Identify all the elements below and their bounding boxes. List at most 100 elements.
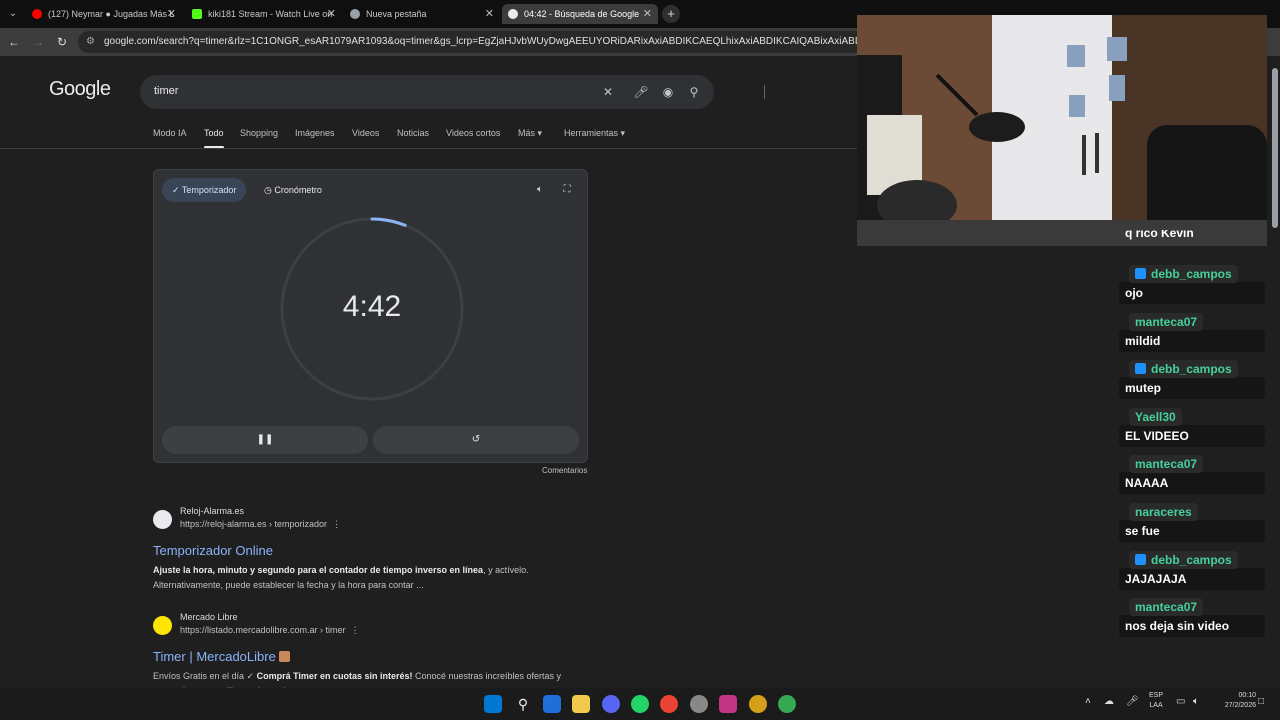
clear-icon[interactable]: ✕: [600, 84, 616, 100]
more-options-icon[interactable]: ⋮: [332, 519, 341, 529]
tab-google-search[interactable]: 04:42 - Búsqueda de Google ✕: [502, 4, 658, 24]
tab-videos[interactable]: Videos: [352, 128, 379, 138]
tab-todo[interactable]: Todo: [204, 128, 224, 149]
reset-button[interactable]: ↺: [373, 426, 579, 454]
result-title[interactable]: Temporizador Online: [153, 543, 273, 558]
file-explorer-icon[interactable]: [572, 695, 590, 713]
clock[interactable]: 00:10 27/2/2026: [1212, 691, 1256, 711]
reload-icon[interactable]: ↻: [54, 34, 70, 50]
tab-herramientas-label: Herramientas: [564, 128, 619, 138]
url-text: google.com/search?q=timer&rlz=1C1ONGR_es…: [104, 36, 868, 47]
tab-imagenes[interactable]: Imágenes: [295, 128, 335, 138]
stream-chat: q rico Kevin ojo debb_campos mildid manteca…: [1118, 230, 1266, 638]
tab-shopping[interactable]: Shopping: [240, 128, 278, 138]
network-icon[interactable]: ☁: [1104, 696, 1114, 707]
lens-icon[interactable]: ◉: [660, 84, 676, 100]
temporizador-label: Temporizador: [181, 185, 237, 195]
tab-herramientas[interactable]: Herramientas ▾: [564, 128, 625, 139]
chat-username[interactable]: Yaell30: [1129, 408, 1182, 426]
tab-youtube[interactable]: (127) Neymar ● Jugadas Más L ✕: [26, 4, 182, 24]
result-title[interactable]: Timer | MercadoLibre: [153, 649, 291, 664]
sound-icon[interactable]: 🔈︎: [533, 183, 547, 197]
result-site[interactable]: Mercado Libre: [180, 612, 238, 622]
address-bar[interactable]: ⚙ google.com/search?q=timer&rlz=1C1ONGR_…: [78, 31, 868, 53]
app-icon[interactable]: [749, 695, 767, 713]
page-scrollbar[interactable]: [1270, 56, 1280, 688]
package-icon: [279, 651, 291, 662]
close-icon[interactable]: ✕: [167, 4, 176, 24]
chat-message: EL VIDEEO: [1119, 425, 1265, 447]
fullscreen-icon[interactable]: ⛶: [560, 183, 574, 197]
caret-down-icon: ▾: [620, 128, 626, 138]
chat-username[interactable]: manteca07: [1129, 313, 1204, 331]
comments-link[interactable]: Comentarios: [542, 466, 587, 475]
cronometro-chip[interactable]: ◷ Cronómetro: [254, 178, 332, 202]
search-input[interactable]: timer: [154, 85, 178, 97]
tab-modo-ia[interactable]: Modo IA: [153, 128, 187, 138]
settings-icon[interactable]: [690, 695, 708, 713]
back-icon[interactable]: ←: [6, 34, 22, 50]
chat-message: nos deja sin video: [1119, 615, 1265, 637]
webcam-overlay: [857, 15, 1267, 246]
chat-message: JAJAJAJA: [1119, 568, 1265, 590]
search-result: Reloj-Alarma.es https://reloj-alarma.es …: [153, 506, 593, 596]
discord-icon[interactable]: [602, 695, 620, 713]
chat-username[interactable]: debb_campos: [1129, 551, 1238, 569]
notification-icon[interactable]: □: [1258, 696, 1264, 707]
defender-icon[interactable]: [543, 695, 561, 713]
mic-icon[interactable]: 🎤︎: [1126, 696, 1139, 707]
chat-message: NAAAA: [1119, 472, 1265, 494]
search-box[interactable]: timer ✕ 🎤︎ ◉ ⚲: [140, 75, 765, 109]
chat-username-text: debb_campos: [1151, 553, 1232, 567]
close-icon[interactable]: ✕: [327, 4, 336, 24]
result-site[interactable]: Reloj-Alarma.es: [180, 506, 244, 516]
tab-search-dropdown-icon[interactable]: ⌄: [4, 5, 22, 23]
tab-videos-cortos[interactable]: Videos cortos: [446, 128, 500, 138]
scrollbar-thumb[interactable]: [1272, 68, 1278, 228]
chrome-icon[interactable]: [660, 695, 678, 713]
tab-new[interactable]: Nueva pestaña ✕: [344, 4, 500, 24]
result-url[interactable]: https://listado.mercadolibre.com.ar › ti…: [180, 625, 360, 636]
search-icon[interactable]: ⚲: [686, 84, 702, 100]
divider: [0, 148, 860, 149]
snippet-bold: Comprá Timer en cuotas sin interés!: [256, 671, 413, 681]
tab-mas[interactable]: Más ▾: [518, 128, 542, 139]
lang-text: ESP: [1149, 692, 1164, 699]
more-options-icon[interactable]: ⋮: [351, 625, 360, 635]
result-url[interactable]: https://reloj-alarma.es › temporizador ⋮: [180, 519, 341, 530]
language-indicator[interactable]: ESP LAA: [1149, 691, 1163, 711]
chat-username[interactable]: manteca07: [1129, 598, 1204, 616]
display-icon[interactable]: ▭: [1176, 696, 1185, 707]
chat-message: ojo: [1119, 282, 1265, 304]
close-icon[interactable]: ✕: [485, 4, 494, 24]
chat-message: q rico Kevin: [1125, 230, 1194, 240]
kick-icon: [192, 9, 202, 19]
forward-icon[interactable]: →: [30, 34, 46, 50]
search-icon[interactable]: ⚲: [514, 695, 532, 713]
chevron-up-icon[interactable]: ˄: [1085, 696, 1091, 707]
google-logo[interactable]: Google: [49, 78, 111, 101]
instagram-icon[interactable]: [719, 695, 737, 713]
tab-label: (127) Neymar ● Jugadas Más L: [48, 9, 175, 19]
temporizador-chip[interactable]: ✓ Temporizador: [162, 178, 247, 202]
volume-icon[interactable]: 🔈︎: [1193, 696, 1199, 707]
windows-start-icon[interactable]: [484, 695, 502, 713]
youtube-icon: [32, 9, 42, 19]
close-icon[interactable]: ✕: [643, 4, 652, 24]
chat-username[interactable]: debb_campos: [1129, 265, 1238, 283]
chat-username[interactable]: debb_campos: [1129, 360, 1238, 378]
chrome-icon: [350, 9, 360, 19]
chat-username-text: manteca07: [1135, 457, 1198, 471]
chat-username[interactable]: manteca07: [1129, 455, 1204, 473]
whatsapp-icon[interactable]: [631, 695, 649, 713]
tab-noticias[interactable]: Noticias: [397, 128, 429, 138]
new-tab-button[interactable]: +: [662, 5, 680, 23]
tab-kick[interactable]: kiki181 Stream - Watch Live on ✕: [186, 4, 342, 24]
taskbar: ⚲ ˄ ☁ 🎤︎ ESP LAA ▭ 🔈︎ 00:10 27/2/2026 □: [0, 688, 1280, 720]
snippet-bold: Ajuste la hora, minuto y segundo para el…: [153, 565, 484, 575]
mic-icon[interactable]: 🎤︎: [633, 84, 649, 100]
site-info-icon[interactable]: ⚙: [86, 31, 95, 53]
chat-username[interactable]: naraceres: [1129, 503, 1198, 521]
pause-button[interactable]: ❚❚: [162, 426, 368, 454]
chrome-active-icon[interactable]: [778, 695, 796, 713]
